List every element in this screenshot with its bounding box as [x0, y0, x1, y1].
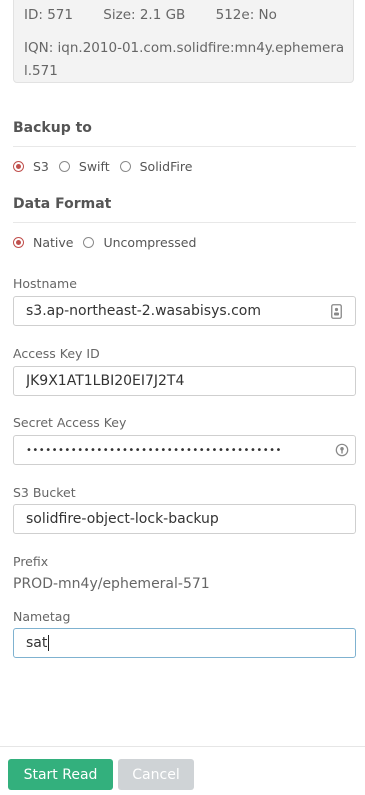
hostname-label: Hostname: [13, 276, 77, 291]
volume-info-row: ID: 571 Size: 2.1 GB 512e: No: [24, 7, 303, 23]
volume-size: Size: 2.1 GB: [103, 7, 186, 23]
nametag-label: Nametag: [13, 609, 71, 624]
volume-iqn: IQN: iqn.2010-01.com.solidfire:mn4y.ephe…: [24, 40, 345, 79]
radio-label: Native: [33, 235, 74, 250]
nametag-value: sat: [26, 635, 48, 651]
start-read-button[interactable]: Start Read: [8, 759, 113, 790]
secret-key-value: ••••••••••••••••••••••••••••••••••••••••: [26, 444, 282, 456]
nametag-input[interactable]: sat: [13, 628, 356, 658]
secret-key-input[interactable]: ••••••••••••••••••••••••••••••••••••••••: [13, 435, 356, 465]
radio-s3[interactable]: S3: [13, 159, 49, 174]
data-format-title: Data Format: [13, 196, 356, 223]
radio-label: SolidFire: [139, 159, 193, 174]
backup-to-radio-group: S3 Swift SolidFire: [13, 159, 202, 174]
radio-circle-icon: [13, 161, 24, 172]
radio-uncompressed[interactable]: Uncompressed: [83, 235, 196, 250]
radio-label: S3: [33, 159, 49, 174]
radio-label: Uncompressed: [103, 235, 197, 250]
hostname-value: s3.ap-northeast-2.wasabisys.com: [26, 303, 262, 319]
data-format-radio-group: Native Uncompressed: [13, 235, 206, 250]
prefix-label: Prefix: [13, 554, 49, 569]
access-key-input[interactable]: JK9X1AT1LBI20EI7J2T4: [13, 366, 356, 396]
text-caret: [48, 635, 50, 651]
volume-id: ID: 571: [24, 7, 73, 23]
radio-native[interactable]: Native: [13, 235, 73, 250]
cancel-button[interactable]: Cancel: [118, 759, 194, 790]
volume-512e: 512e: No: [215, 7, 277, 23]
radio-circle-icon: [83, 237, 95, 248]
access-key-value: JK9X1AT1LBI20EI7J2T4: [26, 373, 185, 389]
backup-to-title: Backup to: [13, 120, 356, 147]
radio-label: Swift: [78, 159, 110, 174]
bucket-input[interactable]: solidfire-object-lock-backup: [13, 504, 356, 534]
radio-circle-icon: [13, 237, 24, 248]
hostname-input[interactable]: s3.ap-northeast-2.wasabisys.com: [13, 296, 356, 326]
radio-solidfire[interactable]: SolidFire: [119, 159, 193, 174]
bucket-label: S3 Bucket: [13, 485, 76, 500]
bucket-value: solidfire-object-lock-backup: [26, 511, 219, 527]
radio-swift[interactable]: Swift: [58, 159, 110, 174]
radio-circle-icon: [119, 161, 131, 172]
nametag-value-wrap: sat: [26, 635, 343, 651]
footer-divider: [0, 746, 365, 747]
contact-card-icon[interactable]: [329, 303, 343, 319]
radio-circle-icon: [58, 161, 70, 172]
password-key-icon[interactable]: [335, 442, 349, 458]
secret-key-label: Secret Access Key: [13, 415, 127, 430]
volume-info-box: ID: 571 Size: 2.1 GB 512e: No IQN: iqn.2…: [13, 0, 354, 83]
prefix-value: PROD-mn4y/ephemeral-571: [13, 576, 210, 592]
access-key-label: Access Key ID: [13, 346, 100, 361]
